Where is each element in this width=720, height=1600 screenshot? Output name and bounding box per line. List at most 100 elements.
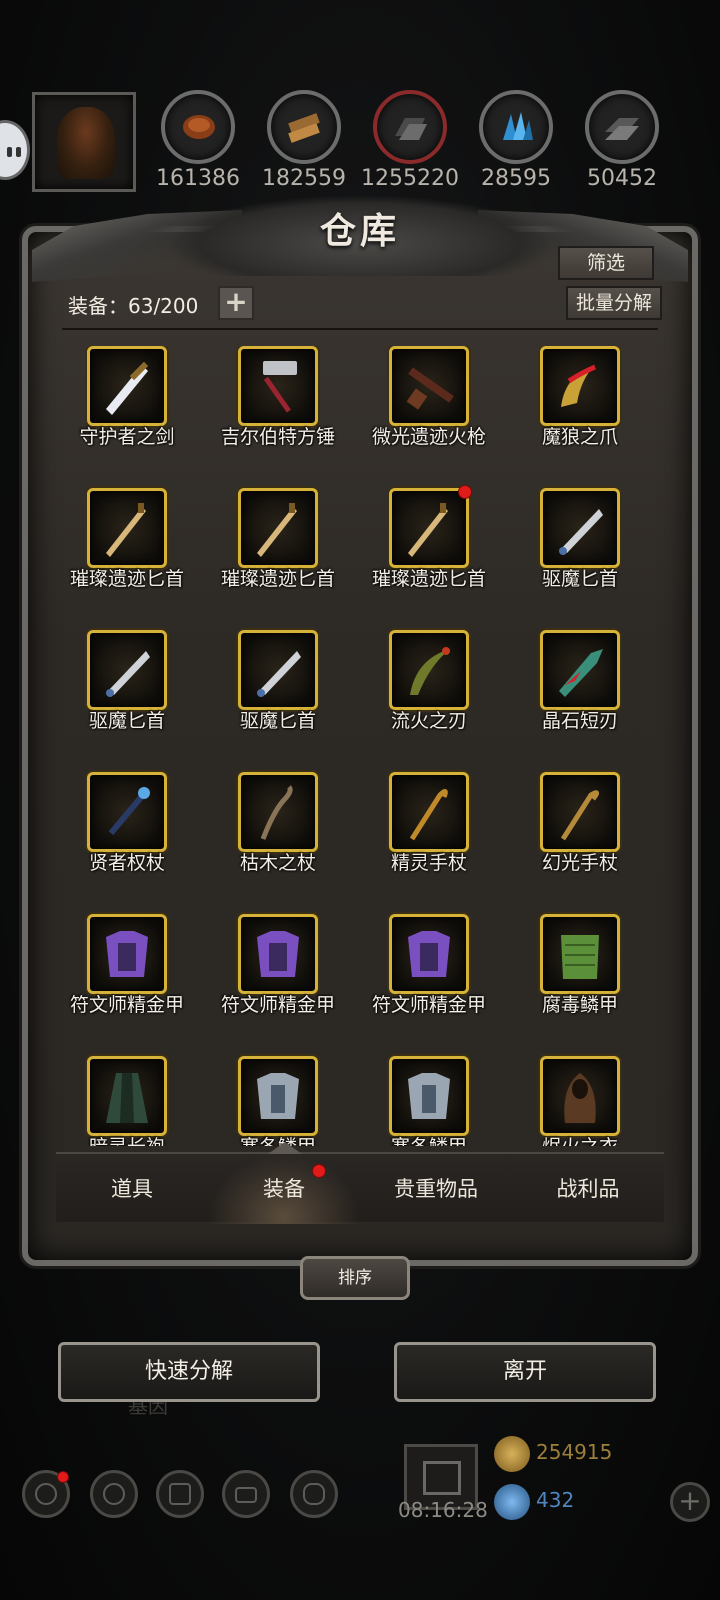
sort-button[interactable]: 排序 <box>300 1256 410 1300</box>
leave-button[interactable]: 离开 <box>394 1342 656 1402</box>
item-slot[interactable] <box>389 772 469 852</box>
inventory-item[interactable]: 贤者权杖 <box>52 772 202 892</box>
item-slot[interactable] <box>389 1056 469 1136</box>
item-slot[interactable] <box>389 346 469 426</box>
dark-robe-icon <box>106 1073 148 1123</box>
inventory-item[interactable]: 璀璨遗迹匕首 <box>354 485 504 608</box>
inventory-item[interactable]: 符文师精金甲 <box>354 914 504 1034</box>
hooded-figure-icon <box>57 107 115 179</box>
inventory-item[interactable]: 驱魔匕首 <box>52 630 202 750</box>
inventory-item[interactable]: 晶石短刃 <box>505 630 655 750</box>
item-slot[interactable] <box>540 346 620 426</box>
item-slot[interactable] <box>87 488 167 568</box>
inventory-item[interactable]: 驱魔匕首 <box>203 630 353 750</box>
item-name: 符文师精金甲 <box>69 994 184 1016</box>
item-grid: 守护者之剑 吉尔伯特方锤 微光遗迹火枪 魔狼之爪 璀璨遗迹匕首 璀璨遗迹匕首 璀璨遗迹匕首驱… <box>52 346 668 1146</box>
inventory-item[interactable]: 吉尔伯特方锤 <box>203 346 353 466</box>
chat-bubble-icon[interactable] <box>0 120 30 180</box>
scepter-icon <box>108 787 150 836</box>
inventory-item[interactable]: 微光遗迹火枪 <box>354 346 504 466</box>
blue-crystal-icon <box>503 112 533 140</box>
item-slot[interactable] <box>87 1056 167 1136</box>
add-currency-button[interactable]: + <box>670 1482 710 1522</box>
item-slot[interactable] <box>540 914 620 994</box>
inventory-item[interactable]: 璀璨遗迹匕首 <box>203 488 353 608</box>
inventory-item[interactable]: 精灵手杖 <box>354 772 504 892</box>
item-name: 微光遗迹火枪 <box>371 426 486 448</box>
player-avatar[interactable] <box>32 92 136 192</box>
gate-icon[interactable] <box>156 1470 204 1518</box>
item-slot[interactable] <box>238 488 318 568</box>
inventory-item[interactable]: 流火之刃 <box>354 630 504 750</box>
item-slot[interactable] <box>540 488 620 568</box>
item-name: 流火之刃 <box>390 710 467 732</box>
item-slot[interactable] <box>87 914 167 994</box>
item-name: 驱魔匕首 <box>239 710 316 732</box>
item-slot[interactable] <box>238 346 318 426</box>
inventory-item[interactable]: 魔狼之爪 <box>505 346 655 466</box>
tab-valuables[interactable]: 贵重物品 <box>360 1154 512 1224</box>
divider <box>62 328 658 330</box>
inventory-item[interactable]: 暗灵长袍 <box>52 1056 202 1146</box>
resource-meat-value: 161386 <box>156 166 240 191</box>
notification-dot-icon <box>458 485 472 499</box>
item-slot[interactable] <box>389 485 472 568</box>
tab-items[interactable]: 道具 <box>56 1154 208 1224</box>
item-name: 烬火之衣 <box>500 1132 660 1146</box>
item-slot[interactable] <box>238 1056 318 1136</box>
tab-loot[interactable]: 战利品 <box>512 1154 664 1224</box>
item-name: 精灵手杖 <box>390 852 467 874</box>
meat-icon <box>183 115 215 139</box>
shield-emblem-icon[interactable] <box>290 1470 338 1518</box>
mail-icon[interactable] <box>222 1470 270 1518</box>
inventory-item[interactable]: 腐毒鳞甲 <box>505 914 655 1034</box>
inventory-item[interactable]: 幻光手杖 <box>505 772 655 892</box>
resource-crystal[interactable]: 28595 <box>476 90 556 191</box>
item-slot[interactable] <box>238 914 318 994</box>
tab-equipment[interactable]: 装备 <box>208 1154 360 1224</box>
sword-icon <box>106 361 149 415</box>
inventory-item[interactable]: 烬火之衣 <box>505 1056 655 1146</box>
resource-stone[interactable]: 50452 <box>582 90 662 191</box>
curved-blade-icon <box>410 647 450 695</box>
wood-icon <box>288 113 320 143</box>
resource-wood[interactable]: 182559 <box>262 90 346 191</box>
item-name: 晶石短刃 <box>541 710 618 732</box>
item-slot[interactable] <box>540 630 620 710</box>
exorcist-dagger-icon <box>257 651 301 697</box>
item-slot[interactable] <box>238 630 318 710</box>
category-tabs: 道具 装备 贵重物品 战利品 <box>56 1142 664 1224</box>
item-slot[interactable] <box>540 772 620 852</box>
emblem-icon[interactable] <box>90 1470 138 1518</box>
inventory-item[interactable]: 驱魔匕首 <box>505 488 655 608</box>
item-slot[interactable] <box>238 772 318 852</box>
inventory-item[interactable]: 符文师精金甲 <box>203 914 353 1034</box>
inventory-item[interactable]: 守护者之剑 <box>52 346 202 466</box>
item-slot[interactable] <box>389 914 469 994</box>
hooded-cloak-icon <box>564 1073 596 1123</box>
inventory-item[interactable]: 枯木之杖 <box>203 772 353 892</box>
inventory-item[interactable]: 寒冬鳞甲 <box>203 1056 353 1146</box>
filter-button[interactable]: 筛选 <box>558 246 654 280</box>
item-slot[interactable] <box>540 1056 620 1136</box>
equipment-capacity: 装备：63/200 <box>68 294 199 318</box>
wood-staff-icon <box>260 785 293 840</box>
gift-timer: 08:16:28 <box>398 1498 488 1522</box>
crystal-blade-icon <box>559 649 603 697</box>
item-name: 驱魔匕首 <box>88 710 165 732</box>
item-slot[interactable] <box>389 630 469 710</box>
inventory-item[interactable]: 符文师精金甲 <box>52 914 202 1034</box>
settings-gear-icon[interactable] <box>22 1470 70 1518</box>
resource-iron[interactable]: 1255220 <box>361 90 459 191</box>
batch-decompose-button[interactable]: 批量分解 <box>566 286 662 320</box>
inventory-item[interactable]: 璀璨遗迹匕首 <box>52 488 202 608</box>
item-slot[interactable] <box>87 772 167 852</box>
item-slot[interactable] <box>87 346 167 426</box>
quick-decompose-button[interactable]: 快速分解 <box>58 1342 320 1402</box>
item-name: 腐毒鳞甲 <box>541 994 618 1016</box>
inventory-item[interactable]: 寒冬鳞甲 <box>354 1056 504 1146</box>
expand-capacity-button[interactable]: + <box>218 286 254 320</box>
dagger-icon <box>408 503 448 557</box>
resource-meat[interactable]: 161386 <box>156 90 240 191</box>
item-slot[interactable] <box>87 630 167 710</box>
